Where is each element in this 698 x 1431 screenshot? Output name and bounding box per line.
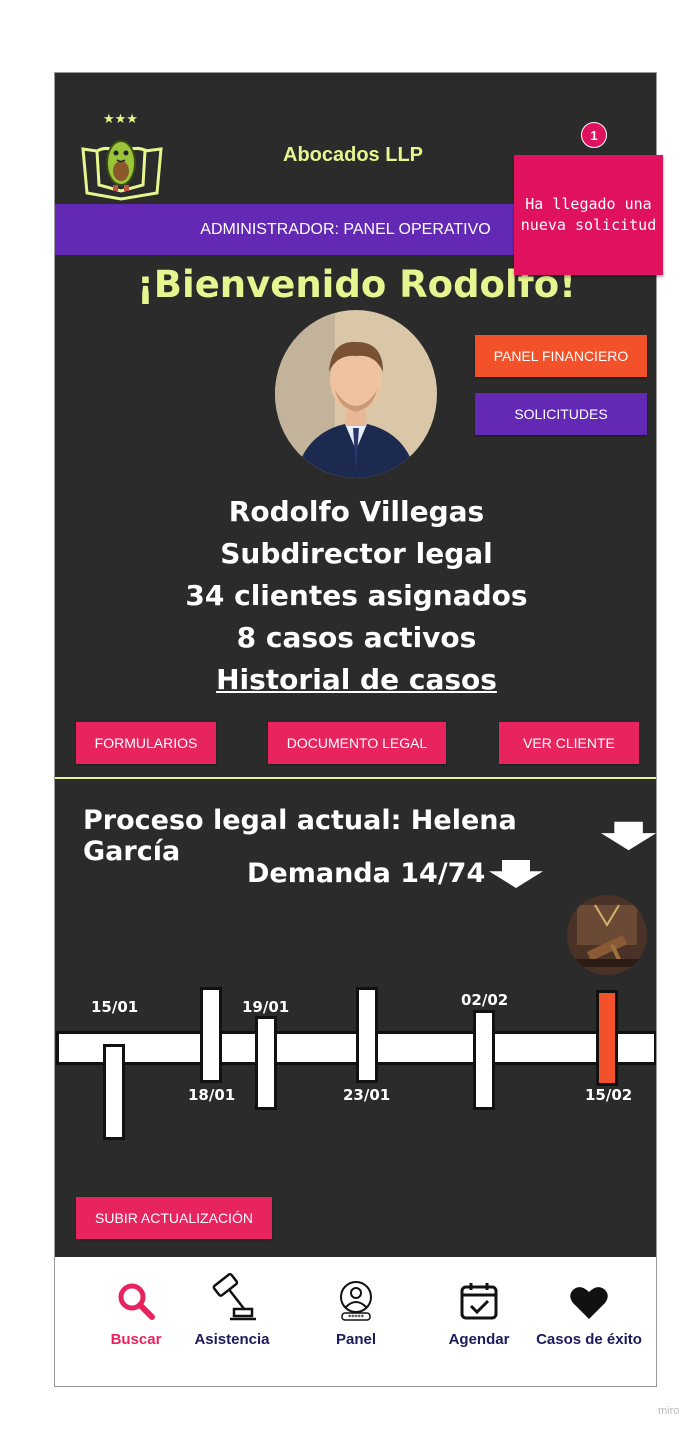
avocado-logo: ★★★ <box>77 109 169 201</box>
legal-document-button[interactable]: DOCUMENTO LEGAL <box>268 722 446 764</box>
calendar-check-icon <box>460 1283 498 1320</box>
notification-badge: 1 <box>581 122 607 148</box>
timeline-marker[interactable] <box>473 1010 495 1110</box>
notification-toast[interactable]: Ha llegado una nueva solicitud <box>514 155 663 275</box>
timeline-date: 19/01 <box>242 998 290 1016</box>
heart-icon <box>570 1287 608 1319</box>
timeline-date: 18/01 <box>188 1086 236 1104</box>
lawsuit-heading: Demanda 14/74 <box>247 858 544 889</box>
app-name: Abocados LLP <box>283 144 424 166</box>
nav-schedule[interactable]: Agendar <box>444 1281 514 1348</box>
notification-message: Ha llegado una nueva solicitud <box>520 195 657 234</box>
case-history-link: Historial de casos <box>55 663 656 696</box>
nav-schedule-label: Agendar <box>448 1331 510 1348</box>
nav-panel-label: Panel <box>335 1331 377 1348</box>
avatar <box>275 310 437 478</box>
court-image <box>567 895 647 975</box>
svg-text:*****: ***** <box>348 1314 365 1321</box>
upload-update-button[interactable]: SUBIR ACTUALIZACIÓN <box>76 1197 272 1239</box>
profile-clients: 34 clientes asignados <box>185 579 528 612</box>
profile-role: Subdirector legal <box>220 537 493 570</box>
timeline-marker[interactable] <box>356 987 378 1083</box>
timeline-date: 02/02 <box>461 991 509 1009</box>
watermark: miro <box>658 1405 680 1417</box>
profile-cases: 8 casos activos <box>236 621 477 654</box>
case-history-link-text[interactable]: Historial de casos <box>216 663 497 696</box>
banner-title: ADMINISTRADOR: PANEL OPERATIVO <box>200 221 491 238</box>
gavel-icon <box>212 1272 256 1321</box>
nav-success-cases[interactable]: Casos de éxito <box>533 1285 645 1348</box>
view-client-button[interactable]: VER CLIENTE <box>499 722 639 764</box>
arrow-down-icon <box>489 859 544 888</box>
timeline-date: 15/02 <box>585 1086 633 1104</box>
bottom-nav: Buscar Asistencia ***** Panel Agendar Ca… <box>55 1257 656 1386</box>
forms-button[interactable]: FORMULARIOS <box>76 722 216 764</box>
timeline-date: 15/01 <box>91 998 139 1016</box>
lawsuit-title: Demanda 14/74 <box>247 858 486 889</box>
svg-text:★★★: ★★★ <box>103 112 138 127</box>
profile-name: Rodolfo Villegas <box>228 495 485 528</box>
nav-assistance[interactable]: Asistencia <box>189 1272 275 1348</box>
requests-button[interactable]: SOLICITUDES <box>475 393 647 435</box>
timeline-marker[interactable] <box>255 1016 277 1110</box>
user-panel-icon: ***** <box>340 1281 372 1321</box>
finance-panel-button[interactable]: PANEL FINANCIERO <box>475 335 647 377</box>
arrow-down-icon <box>600 821 656 851</box>
timeline-marker[interactable] <box>200 987 222 1083</box>
section-divider <box>55 777 656 779</box>
search-icon <box>118 1283 155 1320</box>
timeline-date: 23/01 <box>343 1086 391 1104</box>
nav-success-label: Casos de éxito <box>536 1331 642 1348</box>
nav-search-label: Buscar <box>110 1331 162 1348</box>
nav-assistance-label: Asistencia <box>194 1331 270 1348</box>
timeline-marker[interactable] <box>103 1044 125 1140</box>
timeline-marker-current[interactable] <box>596 990 618 1086</box>
nav-panel[interactable]: ***** Panel <box>321 1281 391 1348</box>
nav-search[interactable]: Buscar <box>101 1281 171 1348</box>
